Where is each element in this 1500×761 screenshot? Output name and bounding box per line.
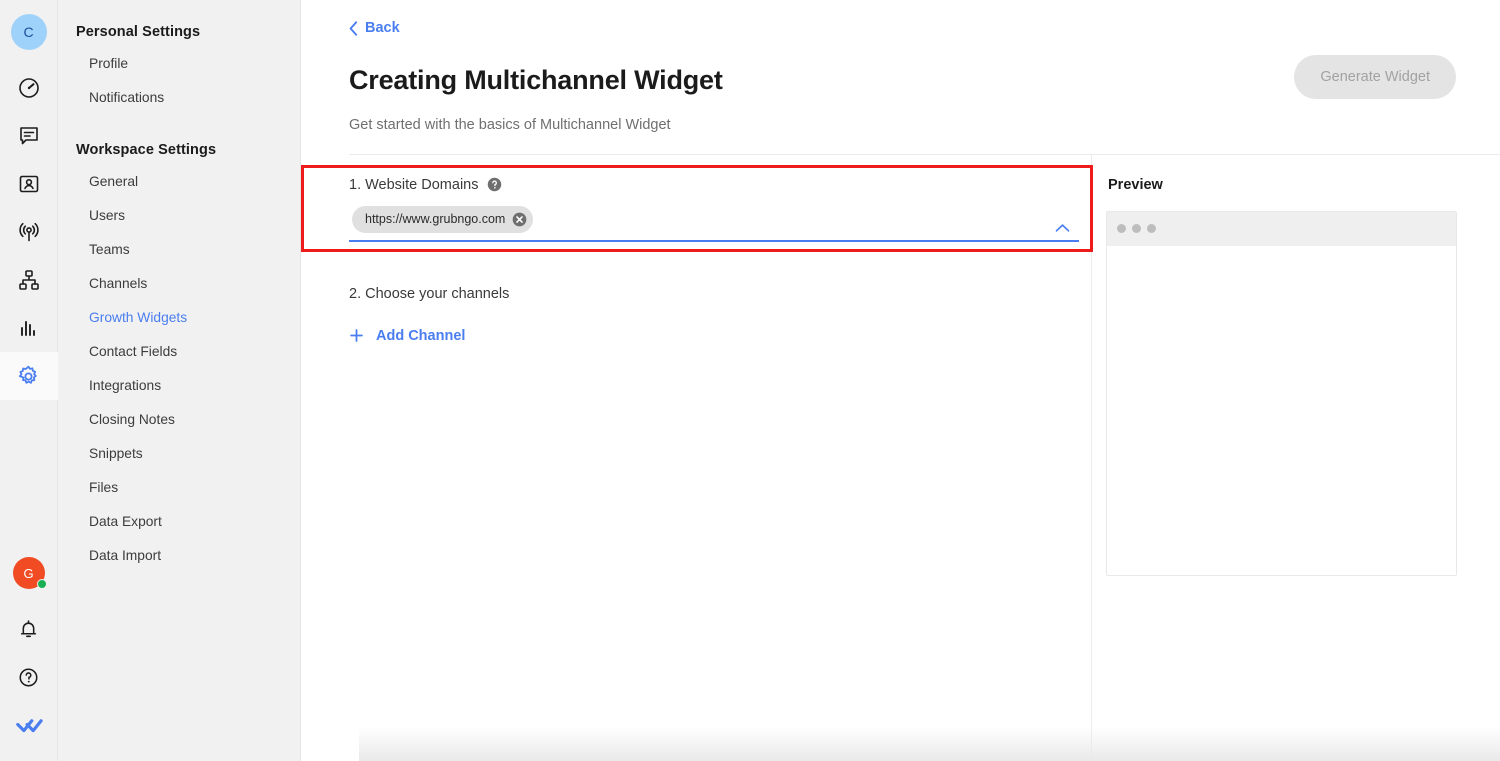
domain-chip[interactable]: https://www.grubngo.com bbox=[352, 205, 534, 233]
plus-icon bbox=[350, 329, 363, 342]
settings-gear-icon[interactable] bbox=[0, 352, 58, 400]
sidebar-item-notifications[interactable]: Notifications bbox=[58, 80, 300, 114]
sidebar-item-channels[interactable]: Channels bbox=[58, 266, 300, 300]
add-channel-label: Add Channel bbox=[376, 327, 466, 344]
sidebar-item-files[interactable]: Files bbox=[58, 470, 300, 504]
workspace-avatar[interactable]: C bbox=[10, 14, 47, 50]
rail-bottom-icons: G bbox=[0, 557, 58, 761]
page-subtitle: Get started with the basics of Multichan… bbox=[349, 116, 671, 133]
broadcast-icon[interactable] bbox=[0, 208, 58, 256]
sidebar-item-users[interactable]: Users bbox=[58, 198, 300, 232]
website-domains-input[interactable]: https://www.grubngo.com bbox=[349, 205, 1079, 242]
step-2-text: 2. Choose your channels bbox=[349, 285, 510, 302]
step-1-text: 1. Website Domains bbox=[349, 176, 479, 193]
widget-form: 1. Website Domains https://www.grubngo.c… bbox=[301, 154, 1092, 761]
settings-sidebar: Personal Settings Profile Notifications … bbox=[58, 0, 301, 761]
add-channel-button[interactable]: Add Channel bbox=[349, 328, 465, 344]
chevron-up-icon[interactable] bbox=[1055, 223, 1070, 233]
reports-bars-icon[interactable] bbox=[0, 304, 58, 352]
sidebar-section-gap bbox=[58, 114, 300, 136]
sidebar-item-teams[interactable]: Teams bbox=[58, 232, 300, 266]
window-dot-1 bbox=[1117, 224, 1126, 233]
page-body: 1. Website Domains https://www.grubngo.c… bbox=[301, 154, 1500, 761]
domain-chip-label: https://www.grubngo.com bbox=[365, 212, 506, 226]
preview-frame bbox=[1106, 210, 1457, 576]
sidebar-section-workspace: Workspace Settings bbox=[76, 142, 217, 158]
contacts-person-icon[interactable] bbox=[0, 160, 58, 208]
step-1-label: 1. Website Domains bbox=[349, 177, 1091, 193]
help-circle-icon[interactable] bbox=[487, 177, 502, 192]
page-header: Back Creating Multichannel Widget Get st… bbox=[301, 0, 1500, 155]
sidebar-item-closing-notes[interactable]: Closing Notes bbox=[58, 402, 300, 436]
settings-page: C G Personal Settings Profile Notificati… bbox=[0, 0, 1500, 761]
sidebar-section-personal: Personal Settings bbox=[76, 24, 201, 40]
preview-canvas bbox=[1107, 245, 1456, 575]
sidebar-item-data-export[interactable]: Data Export bbox=[58, 504, 300, 538]
user-avatar-initial: G bbox=[23, 565, 34, 581]
preview-panel: Preview bbox=[1092, 155, 1500, 761]
step-2-label: 2. Choose your channels bbox=[349, 286, 1091, 302]
back-button-label: Back bbox=[365, 20, 400, 36]
user-avatar[interactable]: G bbox=[12, 557, 47, 589]
notifications-bell-icon[interactable] bbox=[0, 605, 58, 653]
chevron-left-icon bbox=[349, 20, 358, 36]
sidebar-item-profile[interactable]: Profile bbox=[58, 46, 300, 80]
sidebar-item-integrations[interactable]: Integrations bbox=[58, 368, 300, 402]
conversations-chat-icon[interactable] bbox=[0, 112, 58, 160]
preview-title: Preview bbox=[1108, 176, 1163, 193]
main-content: Back Creating Multichannel Widget Get st… bbox=[301, 0, 1500, 761]
workspace-avatar-initial: C bbox=[23, 24, 34, 40]
back-button[interactable]: Back bbox=[349, 20, 400, 36]
automation-flow-icon[interactable] bbox=[0, 256, 58, 304]
remove-domain-icon[interactable] bbox=[512, 212, 527, 227]
sidebar-item-snippets[interactable]: Snippets bbox=[58, 436, 300, 470]
app-icon-rail: C G bbox=[0, 0, 58, 761]
preview-window-bar bbox=[1107, 211, 1456, 246]
sidebar-item-growth-widgets[interactable]: Growth Widgets bbox=[58, 300, 300, 334]
presence-online-indicator bbox=[36, 579, 47, 589]
rail-primary-icons bbox=[0, 64, 58, 400]
dashboard-gauge-icon[interactable] bbox=[0, 64, 58, 112]
window-dot-3 bbox=[1147, 224, 1156, 233]
sidebar-item-contact-fields[interactable]: Contact Fields bbox=[58, 334, 300, 368]
sidebar-item-general[interactable]: General bbox=[58, 164, 300, 198]
help-question-icon[interactable] bbox=[0, 653, 58, 701]
sidebar-item-data-import[interactable]: Data Import bbox=[58, 538, 300, 572]
window-dot-2 bbox=[1132, 224, 1141, 233]
double-check-logo-icon[interactable] bbox=[0, 701, 58, 749]
generate-widget-button[interactable]: Generate Widget bbox=[1294, 55, 1456, 99]
